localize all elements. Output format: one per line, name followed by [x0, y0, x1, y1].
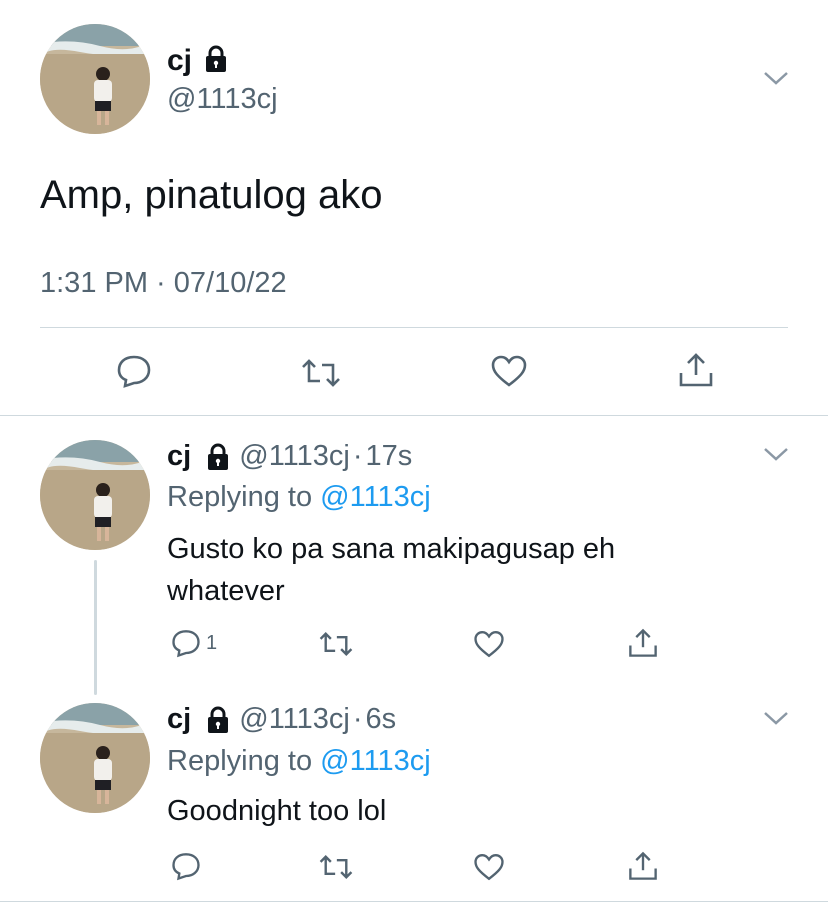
share-button[interactable] [677, 351, 715, 389]
retweet-icon [302, 359, 340, 387]
handle[interactable]: @1113cj [239, 703, 350, 735]
replying-to: Replying to @1113cj [167, 745, 431, 778]
share-button[interactable] [627, 627, 659, 659]
reply-header: cj @1113cj · 17s [167, 440, 412, 473]
retweet-button[interactable] [318, 630, 354, 658]
like-icon [491, 355, 527, 387]
retweet-icon [319, 855, 353, 879]
reply-text-line: Gusto ko pa sana makipagusap eh [167, 533, 616, 565]
handle[interactable]: @1113cj [239, 440, 350, 472]
avatar[interactable] [40, 703, 150, 813]
retweet-button[interactable] [318, 853, 354, 881]
replying-to-handle[interactable]: @1113cj [320, 745, 431, 777]
thread-line [94, 560, 97, 695]
avatar[interactable] [40, 440, 150, 550]
tweet-text: Amp, pinatulog ako [40, 173, 383, 217]
replying-to-label: Replying to [167, 481, 313, 513]
lock-icon [201, 45, 231, 78]
reply-icon [172, 630, 200, 658]
reply-icon [117, 355, 151, 388]
share-icon [629, 628, 657, 657]
lock-icon [208, 443, 229, 471]
separator: · [352, 440, 363, 472]
retweet-button[interactable] [300, 357, 342, 389]
display-name[interactable]: cj [167, 703, 191, 735]
like-icon [474, 631, 504, 658]
relative-time[interactable]: 6s [366, 703, 397, 735]
chevron-down-icon[interactable] [763, 70, 789, 91]
handle[interactable]: @1113cj [167, 83, 278, 116]
reply-text-line: Goodnight too lol [167, 795, 387, 827]
like-button[interactable] [473, 629, 505, 659]
reply-text-line: whatever [167, 575, 285, 607]
reply-icon [172, 853, 200, 881]
timestamp[interactable]: 1:31 PM · 07/10/22 [40, 267, 287, 300]
replying-to: Replying to @1113cj [167, 481, 431, 514]
display-name[interactable]: cj [167, 440, 191, 472]
divider [0, 415, 828, 416]
share-icon [629, 851, 657, 880]
chevron-down-icon[interactable] [763, 710, 789, 731]
like-icon [474, 854, 504, 881]
separator: · [352, 703, 363, 735]
reply-button[interactable] [115, 353, 153, 389]
like-button[interactable] [490, 354, 528, 388]
avatar[interactable] [40, 24, 150, 134]
reply-button[interactable]: 1 [170, 628, 217, 658]
share-button[interactable] [627, 850, 659, 882]
chevron-down-icon[interactable] [763, 446, 789, 467]
like-button[interactable] [473, 852, 505, 882]
retweet-icon [319, 632, 353, 656]
replying-to-label: Replying to [167, 745, 313, 777]
display-name[interactable]: cj [167, 44, 192, 78]
lock-icon [208, 706, 229, 734]
divider [0, 901, 828, 902]
share-icon [679, 353, 713, 387]
divider [40, 327, 788, 328]
relative-time[interactable]: 17s [366, 440, 413, 472]
reply-header: cj @1113cj · 6s [167, 703, 396, 736]
reply-button[interactable] [170, 851, 202, 881]
replying-to-handle[interactable]: @1113cj [320, 481, 431, 513]
reply-count: 1 [206, 631, 218, 654]
